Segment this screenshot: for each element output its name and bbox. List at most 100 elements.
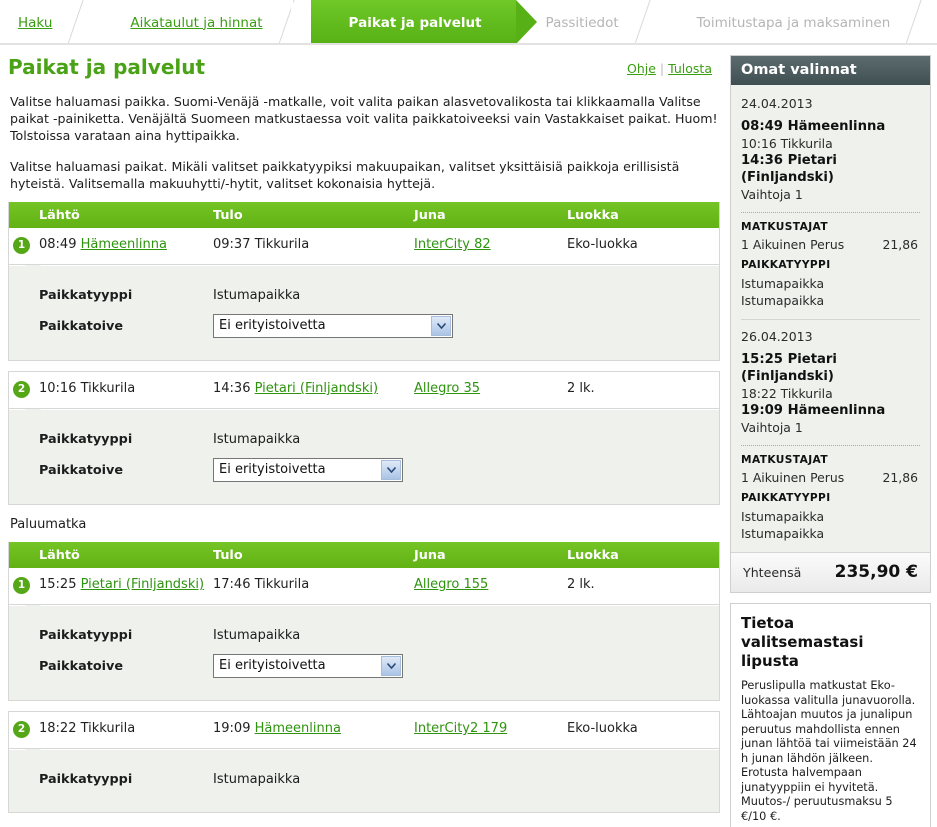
outbound-leg-1-details: Paikkatyyppi Istumapaikka Paikkatoive Ei… <box>9 265 719 360</box>
arrival-time: 19:09 <box>213 721 251 736</box>
header-links: Ohje | Tulosta <box>627 61 712 76</box>
seat-line-2: Istumapaikka <box>741 293 825 308</box>
departure-station-link[interactable]: Pietari (Finljandski) <box>81 577 204 592</box>
departure-time: 08:49 <box>39 237 77 252</box>
leg-number-badge: 1 <box>13 237 30 254</box>
col-header-class: Luokka <box>567 207 619 223</box>
total-label: Yhteensä <box>743 564 802 580</box>
arrival-station: Tikkurila <box>254 237 310 252</box>
cell-train: Allegro 155 <box>414 577 567 592</box>
train-link[interactable]: Allegro 155 <box>414 577 488 592</box>
seattype-heading: PAIKKATYYPPI <box>741 259 831 271</box>
cell-class: 2 lk. <box>567 381 595 396</box>
seat-type-value: Istumapaikka <box>213 627 301 643</box>
passenger-price: 21,86 <box>882 470 918 485</box>
seat-wish-selected-value: Ei erityistoivetta <box>219 658 326 673</box>
seat-type-label: Paikkatyyppi <box>39 627 133 643</box>
intro-paragraph-2: Valitse haluamasi paikat. Mikäli valitse… <box>10 159 680 191</box>
seat-type-label: Paikkatyyppi <box>39 287 133 303</box>
seat-line-1: Istumapaikka <box>741 276 825 291</box>
page-body: Paikat ja palvelut Ohje | Tulosta Valitse … <box>0 45 937 827</box>
arrival-station-link[interactable]: Pietari (Finljandski) <box>255 381 378 396</box>
inbound-leg-1-block: Lähtö Tulo Juna Luokka 1 15:25 Pietari (… <box>8 542 720 701</box>
seat-wish-select[interactable]: Ei erityistoivetta <box>213 654 403 678</box>
arrival-time: 14:36 <box>213 381 251 396</box>
outbound-leg-2-details: Paikkatyyppi Istumapaikka Paikkatoive Ei… <box>9 409 719 504</box>
seat-wish-select[interactable]: Ei erityistoivetta <box>213 314 453 338</box>
col-header-arrival: Tulo <box>213 547 243 563</box>
col-header-departure: Lähtö <box>39 547 80 563</box>
arrival-time: 09:37 <box>213 237 251 252</box>
train-link[interactable]: InterCity2 179 <box>414 721 507 736</box>
chevron-down-icon[interactable] <box>381 460 401 480</box>
cell-class: 2 lk. <box>567 577 595 592</box>
help-link[interactable]: Ohje <box>627 61 656 76</box>
chevron-down-icon[interactable] <box>431 316 451 336</box>
arrival-station-link[interactable]: Hämeenlinna <box>255 721 341 736</box>
step-navigation: Haku Aikataulut ja hinnat Paikat ja palv… <box>0 0 937 45</box>
passengers-heading: MATKUSTAJAT <box>741 454 828 466</box>
outbound-table-header: Lähtö Tulo Juna Luokka <box>9 202 719 228</box>
my-selections-title: Omat valinnat <box>731 56 930 85</box>
ticket-info-text: Peruslipulla matkustat Eko-luokassa vali… <box>741 679 917 823</box>
cell-train: InterCity2 179 <box>414 721 567 736</box>
seat-wish-label: Paikkatoive <box>39 462 124 478</box>
cell-departure: 1 08:49 Hämeenlinna <box>9 237 213 254</box>
train-link[interactable]: InterCity 82 <box>414 237 491 252</box>
seat-wish-label: Paikkatoive <box>39 658 124 674</box>
cell-departure: 2 10:16 Tikkurila <box>9 381 213 398</box>
step-haku[interactable]: Haku <box>0 0 78 43</box>
cell-arrival: 09:37 Tikkurila <box>213 237 414 252</box>
cell-departure: 2 18:22 Tikkurila <box>9 721 213 738</box>
step-aikataulut-label[interactable]: Aikataulut ja hinnat <box>130 15 262 31</box>
inbound-table-header: Lähtö Tulo Juna Luokka <box>9 542 719 568</box>
page-header-row: Paikat ja palvelut Ohje | Tulosta <box>8 55 720 85</box>
train-link[interactable]: Allegro 35 <box>414 381 480 396</box>
step-toimitustapa-ja-maksaminen: Toimitustapa ja maksaminen <box>667 0 917 43</box>
departure-time: 18:22 <box>39 721 77 736</box>
step-separator <box>66 0 100 43</box>
cell-arrival: 19:09 Hämeenlinna <box>213 721 414 736</box>
trip-changes: Vaihtoja 1 <box>741 420 803 435</box>
cell-class: Eko-luokka <box>567 237 638 252</box>
table-row: 1 08:49 Hämeenlinna 09:37 Tikkurila Inte… <box>9 228 719 265</box>
total-value: 235,90 € <box>834 562 918 582</box>
divider <box>741 212 920 213</box>
links-divider: | <box>659 61 665 76</box>
inbound-leg-2-details: Paikkatyyppi Istumapaikka <box>9 749 719 812</box>
trip-line-3: 19:09 Hämeenlinna <box>741 403 886 418</box>
trip-line-1: 08:49 Hämeenlinna <box>741 119 886 134</box>
seattype-heading: PAIKKATYYPPI <box>741 492 831 504</box>
step-haku-label[interactable]: Haku <box>18 15 52 31</box>
inbound-leg-2-block: 2 18:22 Tikkurila 19:09 Hämeenlinna Inte… <box>8 711 720 813</box>
seat-type-row: Paikkatyyppi Istumapaikka <box>9 620 719 650</box>
seat-type-label: Paikkatyyppi <box>39 431 133 447</box>
step-aikataulut-ja-hinnat[interactable]: Aikataulut ja hinnat <box>100 0 288 43</box>
seat-wish-control: Ei erityistoivetta <box>213 458 403 482</box>
leg-number-badge: 1 <box>13 577 30 594</box>
seat-line-1: Istumapaikka <box>741 509 825 524</box>
seat-type-value: Istumapaikka <box>213 287 301 303</box>
leg-number-badge: 2 <box>13 721 30 738</box>
page-title: Paikat ja palvelut <box>8 55 206 79</box>
my-selections-body: 24.04.2013 08:49 Hämeenlinna 10:16 Tikku… <box>731 85 930 552</box>
col-header-departure: Lähtö <box>39 207 80 223</box>
seat-wish-selected-value: Ei erityistoivetta <box>219 318 326 333</box>
cell-class: Eko-luokka <box>567 721 638 736</box>
cell-arrival: 17:46 Tikkurila <box>213 577 414 592</box>
cell-train: InterCity 82 <box>414 237 567 252</box>
leg-number-badge: 2 <box>13 381 30 398</box>
step-paikat-ja-palvelut[interactable]: Paikat ja palvelut <box>290 0 537 43</box>
print-link[interactable]: Tulosta <box>668 61 712 76</box>
seat-type-row: Paikkatyyppi Istumapaikka <box>9 280 719 310</box>
cell-train: Allegro 35 <box>414 381 567 396</box>
departure-station-link[interactable]: Hämeenlinna <box>81 237 167 252</box>
seat-type-row: Paikkatyyppi Istumapaikka <box>9 764 719 794</box>
seat-wish-select[interactable]: Ei erityistoivetta <box>213 458 403 482</box>
chevron-down-icon[interactable] <box>381 656 401 676</box>
main-content: Paikat ja palvelut Ohje | Tulosta Valitse … <box>0 45 730 813</box>
passenger-label: 1 Aikuinen Perus <box>741 237 845 252</box>
passenger-row: 1 Aikuinen Perus 21,86 <box>741 470 920 485</box>
total-row: Yhteensä 235,90 € <box>731 552 930 592</box>
passenger-label: 1 Aikuinen Perus <box>741 470 845 485</box>
